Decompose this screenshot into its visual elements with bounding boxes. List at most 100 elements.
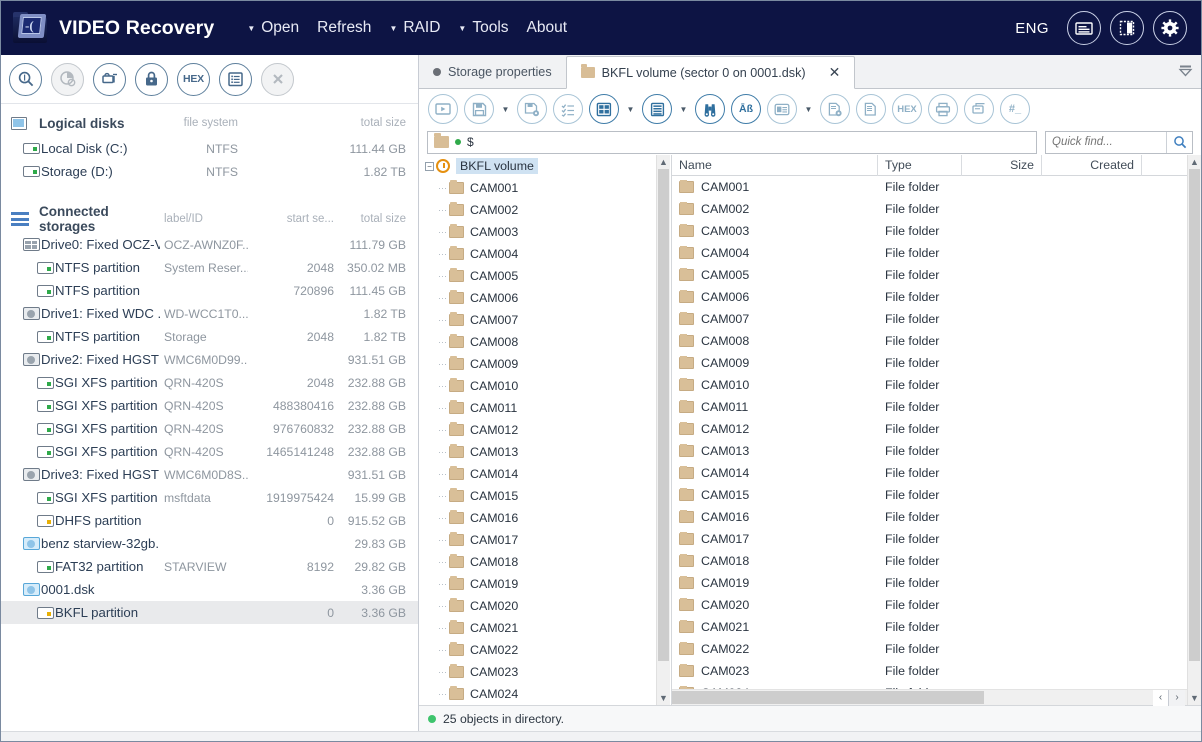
close-button[interactable] xyxy=(261,62,294,96)
list-item[interactable]: SGI XFS partition msftdata 1919975424 15.99… xyxy=(1,486,418,509)
tree-item[interactable]: ⋯ CAM010 xyxy=(419,375,656,397)
panel-toggle-button[interactable] xyxy=(1110,11,1144,45)
table-row[interactable]: CAM013 File folder xyxy=(672,440,1187,462)
file-list-vertical-scrollbar[interactable]: ▲ ▼ xyxy=(1187,155,1201,705)
hex-button[interactable]: HEX xyxy=(892,94,922,124)
list-item[interactable]: Drive0: Fixed OCZ-V... OCZ-AWNZ0F... 111.7… xyxy=(1,233,418,256)
table-row[interactable]: CAM003 File folder xyxy=(672,220,1187,242)
window-layout-button[interactable] xyxy=(1067,11,1101,45)
table-row[interactable]: CAM001 File folder xyxy=(672,176,1187,198)
tab-bkfl-volume[interactable]: BKFL volume (sector 0 on 0001.dsk) ✕ xyxy=(565,56,856,89)
export-button[interactable] xyxy=(964,94,994,124)
list-item[interactable]: 0001.dsk 3.36 GB xyxy=(1,578,418,601)
tree-item[interactable]: ⋯ CAM017 xyxy=(419,529,656,551)
list-item[interactable]: NTFS partition 720896 111.45 GB xyxy=(1,279,418,302)
list-item[interactable]: Drive2: Fixed HGST ... WMC6M0D99... 931.51… xyxy=(1,348,418,371)
table-row[interactable]: CAM007 File folder xyxy=(672,308,1187,330)
tree-item[interactable]: ⋯ CAM006 xyxy=(419,287,656,309)
scrollbar-thumb[interactable] xyxy=(672,691,984,704)
tree-item[interactable]: ⋯ CAM007 xyxy=(419,309,656,331)
table-row[interactable]: CAM023 File folder xyxy=(672,660,1187,682)
scan-button[interactable] xyxy=(9,62,42,96)
column-header-size[interactable]: Size xyxy=(962,154,1042,176)
unlock-button[interactable] xyxy=(135,62,168,96)
tree-item[interactable]: ⋯ CAM022 xyxy=(419,639,656,661)
attach-disk-button[interactable] xyxy=(93,62,126,96)
table-row[interactable]: CAM012 File folder xyxy=(672,418,1187,440)
table-row[interactable]: CAM014 File folder xyxy=(672,462,1187,484)
table-row[interactable]: CAM022 File folder xyxy=(672,638,1187,660)
list-item[interactable]: Local Disk (C:) NTFS 111.44 GB xyxy=(1,137,418,160)
properties-button[interactable] xyxy=(219,62,252,96)
table-row[interactable]: CAM006 File folder xyxy=(672,286,1187,308)
search-icon[interactable] xyxy=(1166,131,1192,153)
tree-item[interactable]: ⋯ CAM008 xyxy=(419,331,656,353)
tree-item[interactable]: ⋯ CAM015 xyxy=(419,485,656,507)
view-grid-button[interactable] xyxy=(589,94,619,124)
list-item[interactable]: FAT32 partition STARVIEW 8192 29.82 GB xyxy=(1,555,418,578)
table-row[interactable]: CAM010 File folder xyxy=(672,374,1187,396)
table-row[interactable]: CAM009 File folder xyxy=(672,352,1187,374)
table-row[interactable]: CAM005 File folder xyxy=(672,264,1187,286)
tree-item[interactable]: ⋯ CAM024 xyxy=(419,683,656,705)
save-dropdown-caret-icon[interactable]: ▼ xyxy=(500,105,511,114)
tree-item[interactable]: ⋯ CAM013 xyxy=(419,441,656,463)
column-header-type[interactable]: Type xyxy=(878,154,962,176)
table-row[interactable]: CAM019 File folder xyxy=(672,572,1187,594)
menu-item-raid[interactable]: ▼ RAID xyxy=(380,15,449,41)
file-copy-button[interactable] xyxy=(856,94,886,124)
menu-item-tools[interactable]: ▼ Tools xyxy=(449,15,517,41)
find-button[interactable] xyxy=(695,94,725,124)
tab-storage-properties[interactable]: Storage properties xyxy=(419,55,566,88)
save-settings-button[interactable] xyxy=(517,94,547,124)
tree-item[interactable]: ⋯ CAM002 xyxy=(419,199,656,221)
thumbnail-button[interactable] xyxy=(767,94,797,124)
scroll-left-arrow-icon[interactable]: ‹ xyxy=(1153,689,1169,706)
column-header-name[interactable]: Name xyxy=(672,154,878,176)
table-row[interactable]: CAM015 File folder xyxy=(672,484,1187,506)
list-item[interactable]: SGI XFS partition QRN-420S 976760832 232.88… xyxy=(1,417,418,440)
preview-button[interactable] xyxy=(428,94,458,124)
list-item[interactable]: DHFS partition 0 915.52 GB xyxy=(1,509,418,532)
table-row[interactable]: CAM021 File folder xyxy=(672,616,1187,638)
table-row[interactable]: CAM016 File folder xyxy=(672,506,1187,528)
menu-item-refresh[interactable]: Refresh xyxy=(308,15,380,41)
scroll-up-arrow-icon[interactable]: ▲ xyxy=(657,155,670,169)
list-item[interactable]: NTFS partition System Reser... 2048 350.02 … xyxy=(1,256,418,279)
tree-item[interactable]: ⋯ CAM021 xyxy=(419,617,656,639)
file-settings-button[interactable] xyxy=(820,94,850,124)
table-row[interactable]: CAM002 File folder xyxy=(672,198,1187,220)
tree-item[interactable]: ⋯ CAM009 xyxy=(419,353,656,375)
file-list-horizontal-scrollbar[interactable]: ‹ › xyxy=(672,689,1187,706)
language-indicator[interactable]: ENG xyxy=(1015,20,1049,37)
tree-item[interactable]: ⋯ CAM005 xyxy=(419,265,656,287)
hex-view-button[interactable]: HEX xyxy=(177,62,210,96)
encoding-button[interactable]: Āß xyxy=(731,94,761,124)
scroll-down-arrow-icon[interactable]: ▼ xyxy=(1188,691,1201,705)
tree-item[interactable]: ⋯ CAM014 xyxy=(419,463,656,485)
sector-number-button[interactable]: #_ xyxy=(1000,94,1030,124)
menu-item-about[interactable]: About xyxy=(518,15,577,41)
tree-item[interactable]: ⋯ CAM012 xyxy=(419,419,656,441)
scroll-right-arrow-icon[interactable]: › xyxy=(1169,689,1185,706)
search-input[interactable] xyxy=(1046,136,1166,148)
table-row[interactable]: CAM024File folder xyxy=(672,682,1187,689)
list-item[interactable]: Drive3: Fixed HGST ... WMC6M0D8S... 931.51… xyxy=(1,463,418,486)
scroll-down-arrow-icon[interactable]: ▼ xyxy=(657,691,670,705)
tree-item[interactable]: ⋯ CAM003 xyxy=(419,221,656,243)
thumbnail-dropdown-caret-icon[interactable]: ▼ xyxy=(803,105,814,114)
list-item[interactable]: SGI XFS partition QRN-420S 1465141248 232.8… xyxy=(1,440,418,463)
tree-item[interactable]: ⋯ CAM019 xyxy=(419,573,656,595)
checklist-button[interactable] xyxy=(553,94,583,124)
tab-close-icon[interactable]: ✕ xyxy=(829,64,841,81)
list-item[interactable]: NTFS partition Storage 2048 1.82 TB xyxy=(1,325,418,348)
list-view-dropdown-caret-icon[interactable]: ▼ xyxy=(678,105,689,114)
table-row[interactable]: CAM011 File folder xyxy=(672,396,1187,418)
disk-map-button[interactable] xyxy=(51,62,84,96)
expander-icon[interactable]: − xyxy=(423,161,436,171)
tab-overflow-button[interactable] xyxy=(1178,64,1193,82)
tree-item[interactable]: ⋯ CAM011 xyxy=(419,397,656,419)
settings-button[interactable] xyxy=(1153,11,1187,45)
table-row[interactable]: CAM020 File folder xyxy=(672,594,1187,616)
tree-vertical-scrollbar[interactable]: ▲ ▼ xyxy=(656,155,670,705)
